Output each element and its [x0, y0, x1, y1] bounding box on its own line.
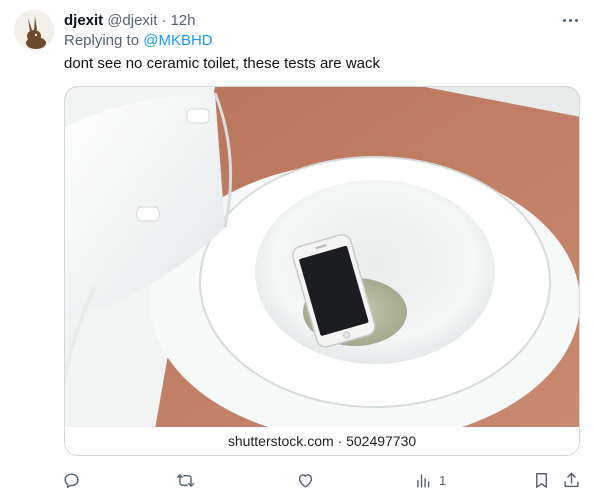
timestamp[interactable]: 12h — [170, 12, 195, 29]
share-icon — [564, 472, 579, 487]
retweet-button[interactable] — [176, 466, 195, 494]
more-dot-icon — [568, 18, 572, 22]
avatar[interactable] — [14, 10, 54, 50]
separator-dot: · — [161, 11, 167, 29]
toilet-phone-photo — [65, 87, 579, 429]
more-options-button[interactable] — [556, 8, 584, 32]
tweet: djexit @djexit · 12h Replying to @MKBHD … — [0, 0, 594, 500]
tweet-text: dont see no ceramic toilet, these tests … — [64, 55, 380, 72]
replying-to-mention[interactable]: @MKBHD — [143, 32, 212, 49]
views-count: 1 — [439, 472, 447, 488]
display-name[interactable]: djexit — [64, 12, 103, 29]
action-bar: 1 — [0, 466, 594, 494]
heart-icon — [298, 473, 313, 488]
like-button[interactable] — [296, 466, 315, 494]
user-handle[interactable]: @djexit — [107, 12, 157, 29]
tweet-header: djexit @djexit · 12h — [64, 10, 195, 30]
replying-to-label: Replying to — [64, 32, 144, 49]
avatar-rabbit-icon — [14, 10, 54, 50]
more-dot-icon — [574, 18, 578, 22]
bar-chart-icon — [417, 473, 430, 488]
bookmark-icon — [536, 472, 547, 488]
replying-to: Replying to @MKBHD — [64, 32, 213, 49]
views-button[interactable]: 1 — [414, 466, 446, 494]
bookmark-button[interactable] — [532, 466, 551, 494]
reply-button[interactable] — [62, 466, 81, 494]
tweet-media-image[interactable]: shutterstock.com · 502497730 — [64, 86, 580, 456]
reply-icon — [64, 472, 79, 488]
more-dot-icon — [562, 18, 566, 22]
image-watermark: shutterstock.com · 502497730 — [65, 427, 579, 455]
share-button[interactable] — [562, 466, 581, 494]
retweet-icon — [176, 473, 195, 487]
